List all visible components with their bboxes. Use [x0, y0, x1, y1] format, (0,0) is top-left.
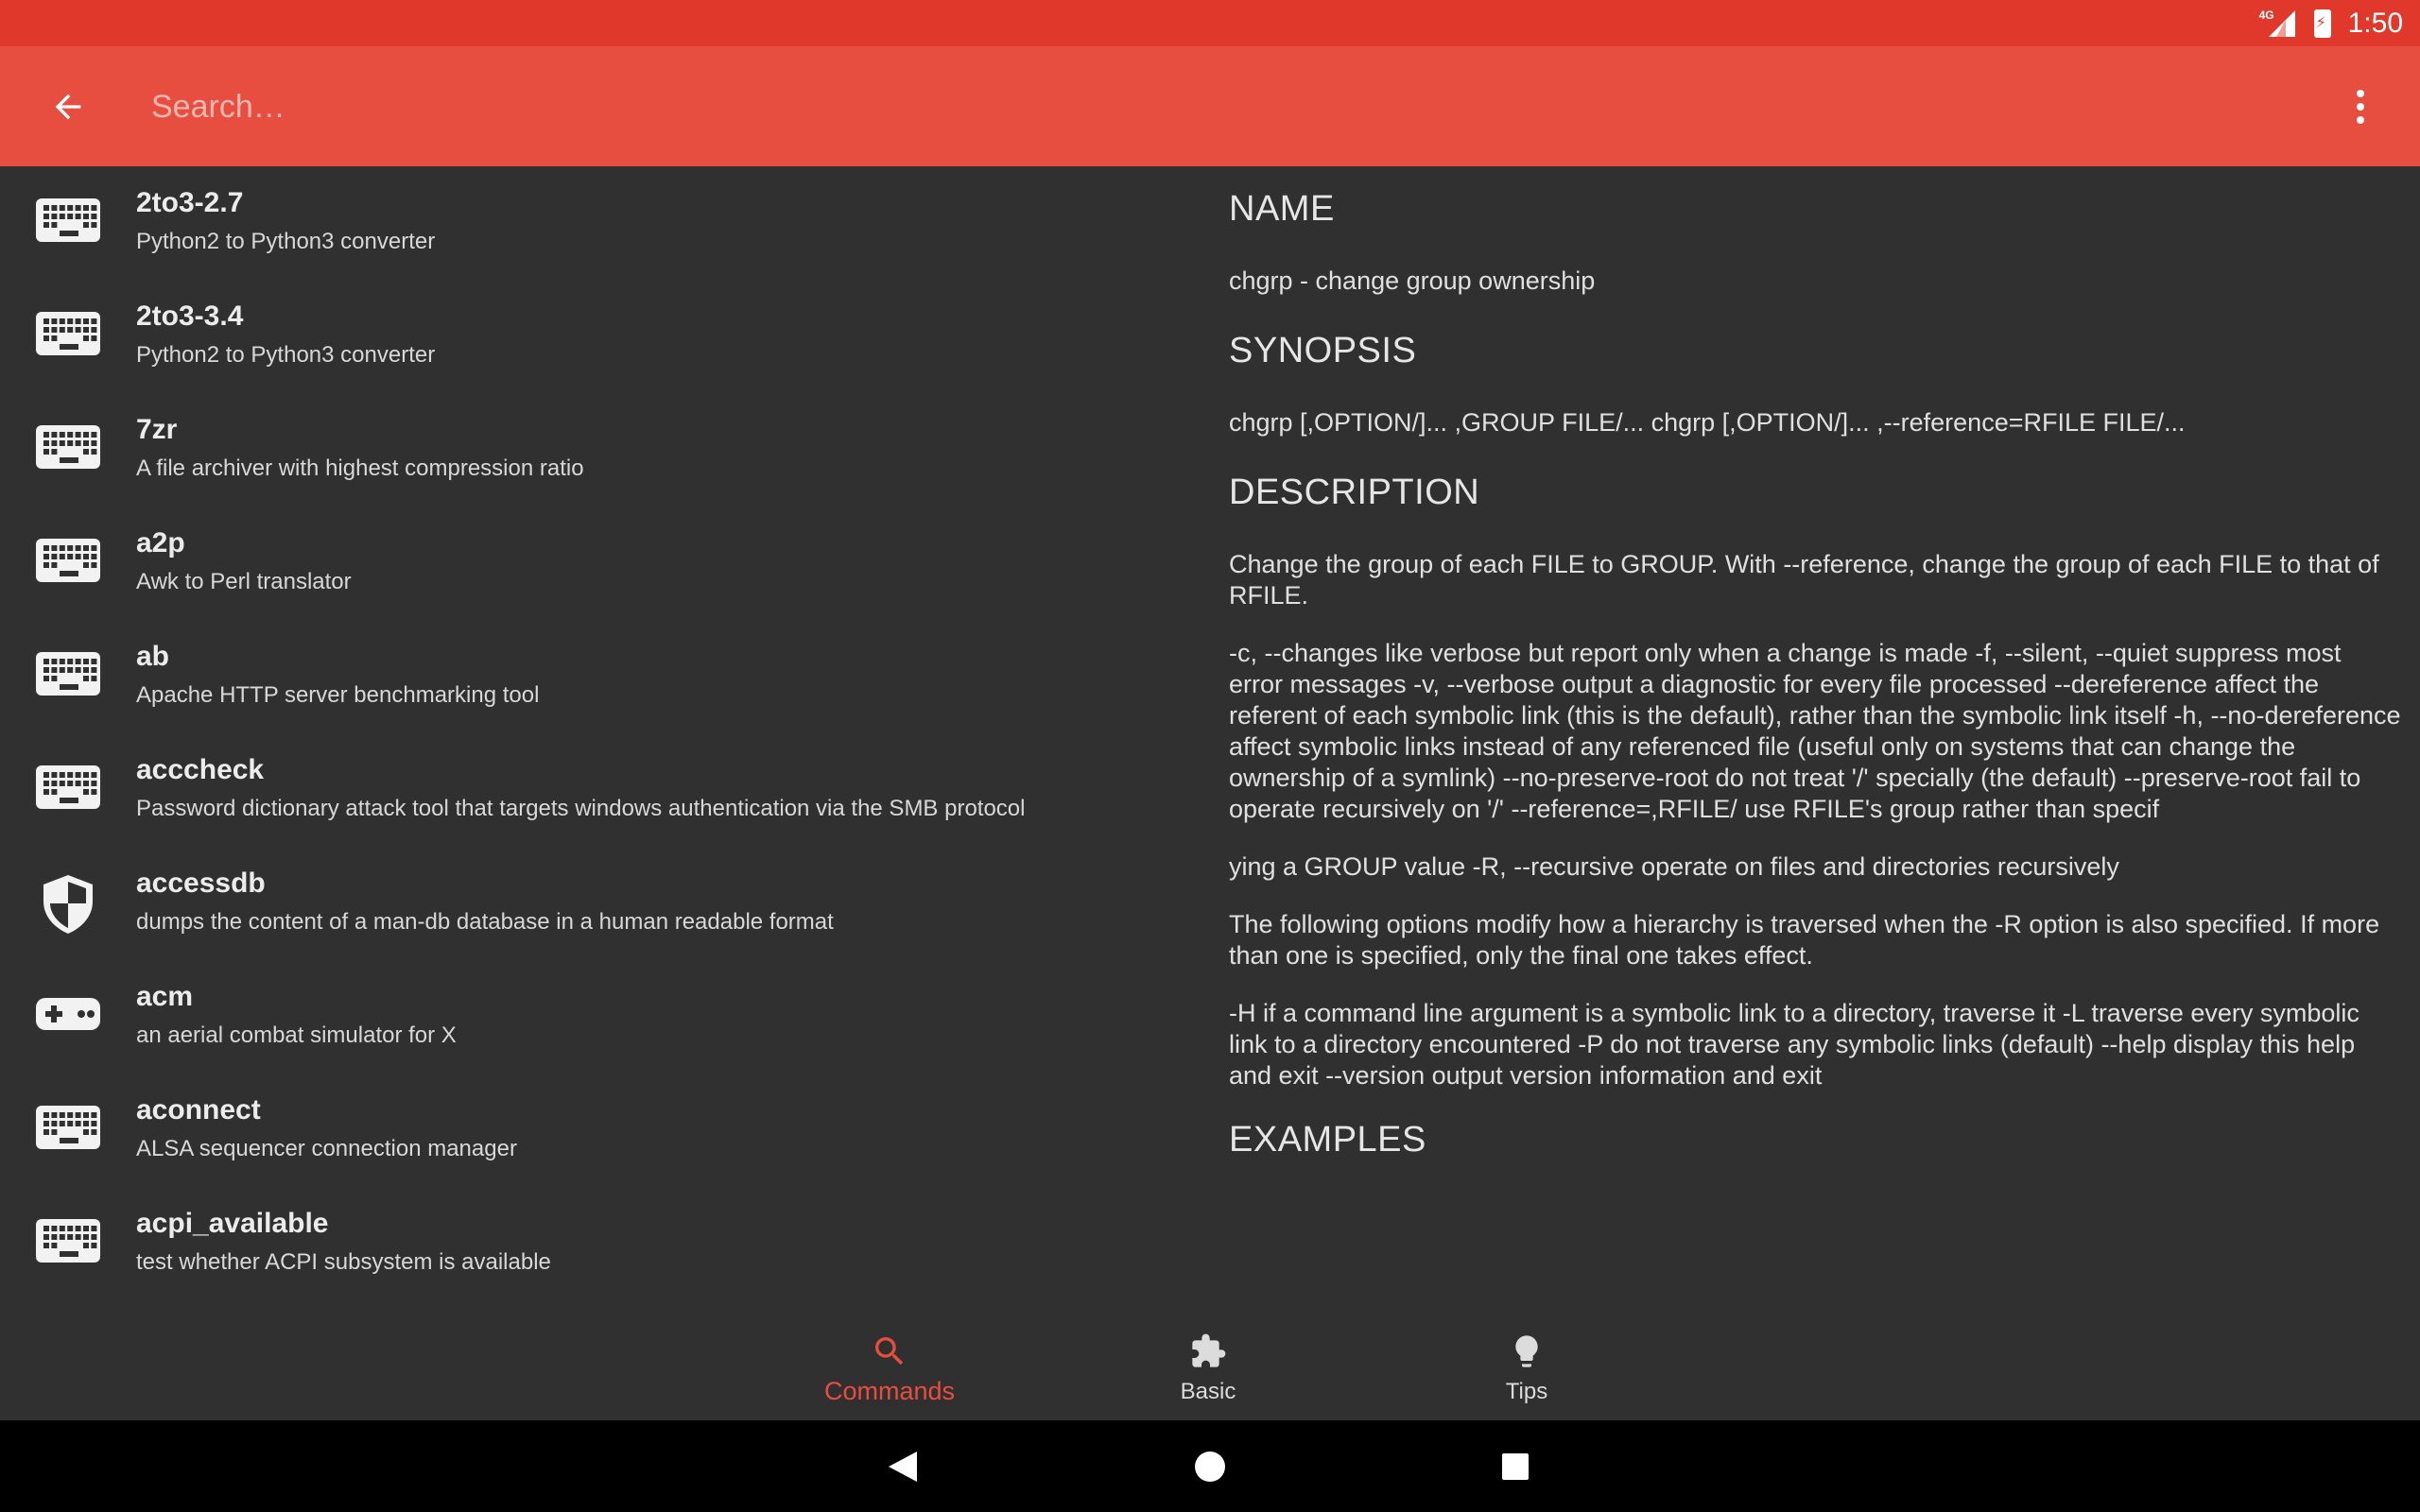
command-name: accessdb [136, 868, 266, 899]
description-paragraph: The following options modify how a hiera… [1229, 910, 2380, 970]
keyboard-icon [34, 533, 102, 586]
examples-heading: EXAMPLES [1229, 1120, 1426, 1160]
lightbulb-icon [1515, 1335, 1538, 1367]
command-name: acpi_available [136, 1208, 329, 1239]
battery-charging-icon [2313, 9, 2331, 38]
man-page-detail: NAME chgrp - change group ownership SYNO… [1229, 166, 2401, 1310]
triangle-back-icon [889, 1452, 917, 1482]
command-list-item[interactable]: acccheck Password dictionary attack tool … [0, 733, 1191, 847]
command-list-item[interactable]: acm an aerial combat simulator for X [0, 960, 1191, 1074]
command-description: Python2 to Python3 converter [136, 229, 436, 254]
square-recents-icon [1502, 1453, 1529, 1480]
command-name: 2to3-3.4 [136, 301, 244, 332]
keyboard-icon [34, 1213, 102, 1266]
tab-tips[interactable]: Tips [1404, 1310, 1650, 1420]
shield-icon [34, 873, 102, 934]
system-back-button[interactable] [879, 1443, 926, 1490]
command-description: A file archiver with highest compression… [136, 455, 584, 481]
description-heading: DESCRIPTION [1229, 472, 1480, 512]
command-list-item[interactable]: 7zr A file archiver with highest compress… [0, 393, 1191, 507]
cell-signal-icon: 4G [2259, 9, 2297, 39]
command-list: 2to3-2.7 Python2 to Python3 converter 2to3… [0, 166, 1191, 1310]
command-name: acm [136, 981, 194, 1012]
tab-commands[interactable]: Commands [767, 1310, 1012, 1420]
command-description: Python2 to Python3 converter [136, 342, 436, 368]
clock: 1:50 [2347, 7, 2403, 39]
command-description: ALSA sequencer connection manager [136, 1136, 517, 1161]
command-description: dumps the content of a man-db database i… [136, 909, 834, 935]
synopsis-text: chgrp [,OPTION/]... ,GROUP FILE/... chgr… [1229, 408, 2186, 437]
command-list-item[interactable]: aconnect ALSA sequencer connection manage… [0, 1074, 1191, 1187]
description-paragraph: ying a GROUP value -R, --recursive opera… [1229, 852, 2119, 881]
search-icon [875, 1337, 904, 1366]
command-name: ab [136, 641, 170, 672]
command-description: test whether ACPI subsystem is available [136, 1249, 551, 1275]
name-text: chgrp - change group ownership [1229, 266, 1596, 295]
command-description: Password dictionary attack tool that tar… [136, 796, 1026, 821]
circle-home-icon [1195, 1452, 1225, 1482]
name-heading: NAME [1229, 189, 1335, 229]
description-paragraph: -H if a command line argument is a symbo… [1229, 999, 2360, 1090]
keyboard-icon [34, 760, 102, 813]
gamepad-icon [34, 987, 102, 1040]
keyboard-icon [34, 1100, 102, 1153]
arrow-back-icon [55, 94, 81, 120]
bottom-navigation: Commands Basic Tips [0, 1310, 2420, 1420]
command-name: 7zr [136, 414, 178, 445]
system-navigation-bar [0, 1420, 2420, 1512]
command-list-item[interactable]: a2p Awk to Perl translator [0, 507, 1191, 620]
command-list-item[interactable]: acpi_availabletest whether ACPI subsyste… [0, 1187, 1191, 1300]
puzzle-icon [1192, 1333, 1226, 1367]
command-list-item[interactable]: accessdb dumps the content of a man-db da… [0, 847, 1191, 960]
app-bar [0, 46, 2420, 166]
back-button[interactable] [38, 80, 98, 133]
command-description: Apache HTTP server benchmarking tool [136, 682, 540, 708]
tab-label: Commands [823, 1377, 956, 1405]
status-bar: 4G 1:50 [0, 0, 2420, 46]
tab-label: Tips [1505, 1379, 1548, 1404]
command-list-item[interactable]: 2to3-2.7 Python2 to Python3 converter [0, 166, 1191, 280]
command-name: acccheck [136, 754, 265, 785]
keyboard-icon [34, 646, 102, 699]
tab-label: Basic [1180, 1379, 1236, 1404]
command-description: an aerial combat simulator for X [136, 1022, 457, 1048]
keyboard-icon [34, 193, 102, 246]
command-name: aconnect [136, 1094, 261, 1125]
keyboard-icon [34, 420, 102, 472]
command-name: 2to3-2.7 [136, 187, 244, 218]
keyboard-icon [34, 306, 102, 359]
description-paragraph: -c, --changes like verbose but report on… [1229, 639, 2401, 823]
system-recents-button[interactable] [1492, 1443, 1539, 1490]
command-list-item[interactable]: ab Apache HTTP server benchmarking tool [0, 620, 1191, 733]
overflow-menu-button[interactable] [2337, 80, 2384, 133]
system-home-button[interactable] [1186, 1443, 1234, 1490]
network-type-label: 4G [2258, 8, 2274, 22]
more-vert-icon [2357, 90, 2364, 97]
command-name: a2p [136, 527, 185, 558]
synopsis-heading: SYNOPSIS [1229, 331, 1417, 370]
command-list-item[interactable]: 2to3-3.4 Python2 to Python3 converter [0, 280, 1191, 393]
description-paragraph: Change the group of each FILE to GROUP. … [1229, 550, 2379, 610]
command-description: Awk to Perl translator [136, 569, 352, 594]
tab-basic[interactable]: Basic [1085, 1310, 1331, 1420]
search-input[interactable] [149, 73, 2233, 141]
